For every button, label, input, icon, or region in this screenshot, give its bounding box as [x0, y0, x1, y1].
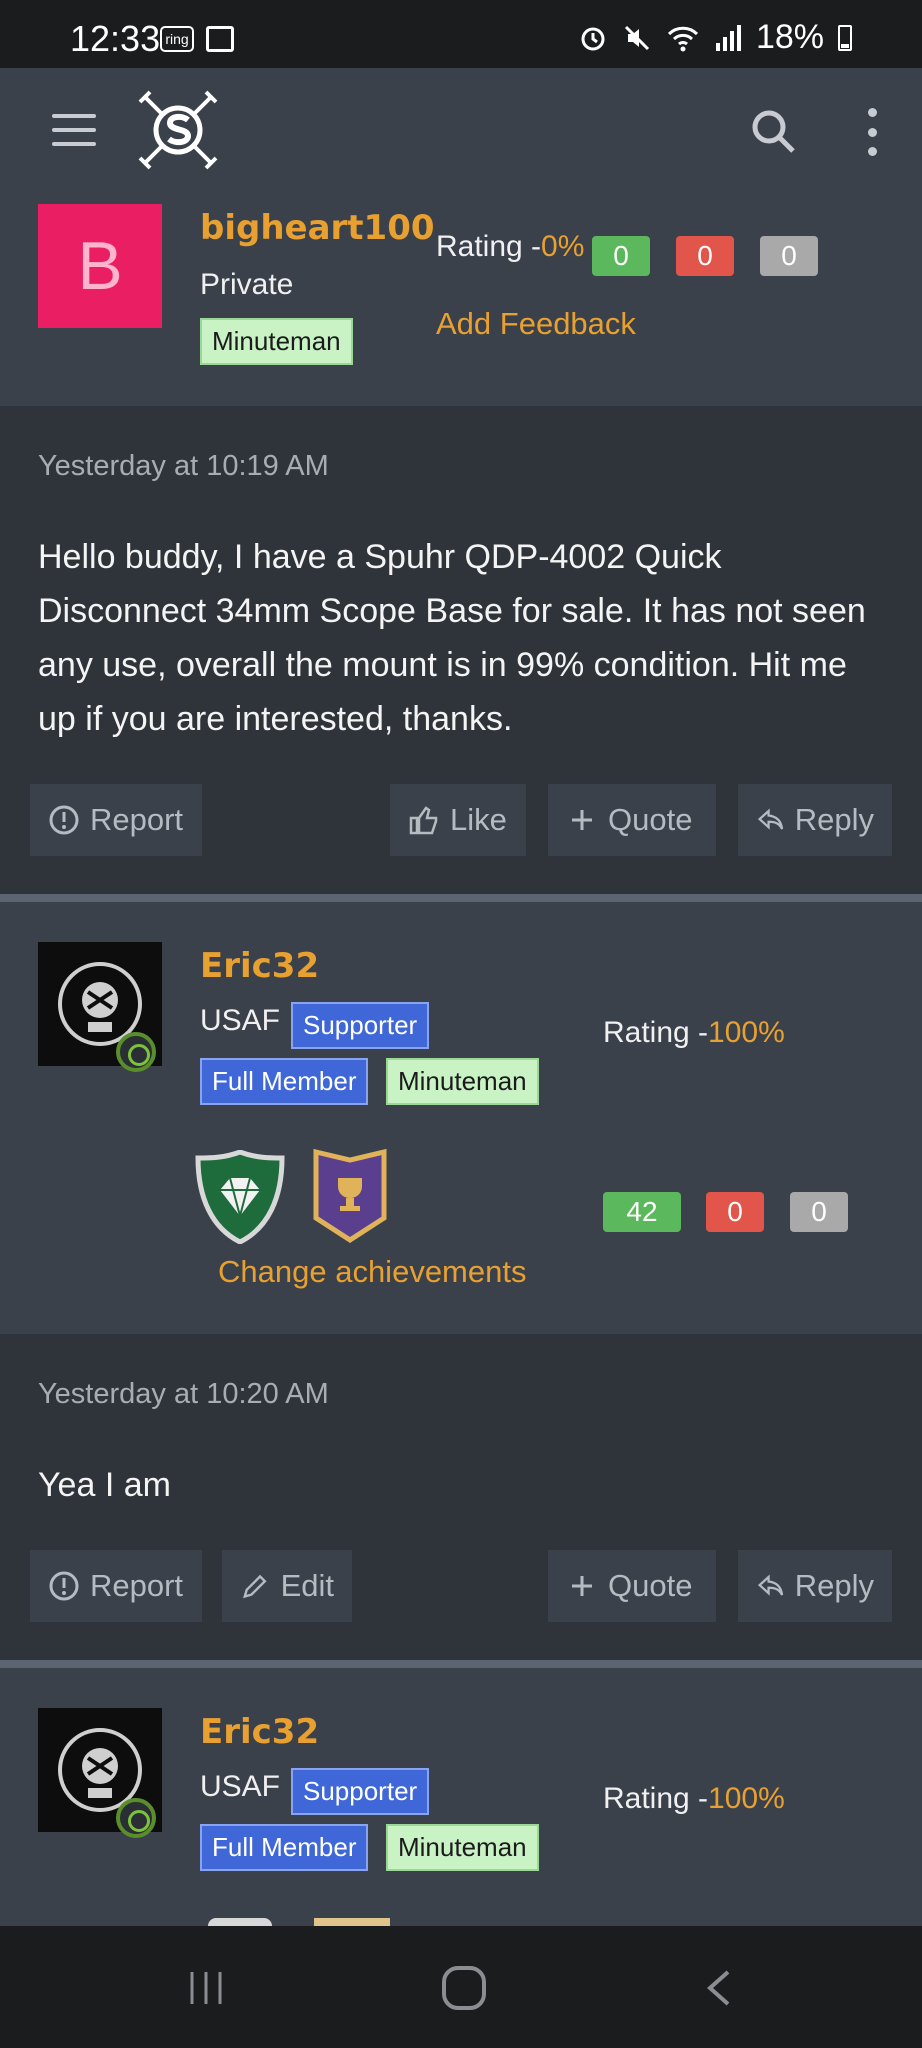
reply-icon [757, 1574, 784, 1596]
rating: Rating -100% [603, 1016, 785, 1050]
neutral-count: 0 [790, 1192, 848, 1232]
user-rank: USAF [200, 1004, 281, 1037]
reply-label: Reply [794, 802, 874, 837]
quote-button[interactable]: Quote [548, 784, 716, 856]
app-bar [0, 68, 922, 200]
neutral-count: 0 [760, 236, 818, 276]
home-icon[interactable] [440, 1964, 488, 2012]
badge-full-member: Full Member [200, 1824, 369, 1871]
hamburger-icon[interactable] [52, 114, 96, 146]
post2-user-panel: Eric32 USAF Supporter Full Member Minute… [0, 902, 922, 1334]
online-status-icon [116, 1798, 156, 1838]
edit-label: Edit [280, 1568, 334, 1603]
add-feedback-link[interactable]: Add Feedback [436, 306, 636, 342]
report-icon [49, 805, 79, 835]
post-timestamp[interactable]: Yesterday at 10:19 AM [38, 450, 329, 483]
rating: Rating -0% [436, 230, 584, 264]
status-icons: 18% [578, 18, 852, 57]
like-label: Like [450, 802, 507, 837]
battery-icon [838, 24, 852, 51]
achievement-icon-partial [208, 1918, 272, 1926]
alarm-icon [581, 27, 605, 50]
post-divider [0, 1660, 922, 1668]
diamond-achievement-icon[interactable] [194, 1150, 286, 1244]
rating-label: Rating - [603, 1016, 709, 1049]
ring-app-icon: ring [160, 26, 194, 52]
reply-button[interactable]: Reply [738, 1550, 892, 1622]
reply-label: Reply [794, 1568, 874, 1603]
achievement-icon-partial [314, 1918, 390, 1926]
username[interactable]: Eric32 [200, 946, 319, 986]
negative-count: 0 [676, 236, 734, 276]
wifi-icon [667, 26, 698, 51]
user-rank: Private [200, 268, 294, 301]
site-logo[interactable] [136, 88, 220, 172]
like-button[interactable]: Like [390, 784, 526, 856]
badge-minuteman: Minuteman [200, 318, 353, 365]
system-nav-bar [0, 1926, 922, 2048]
calendar-icon [206, 26, 234, 52]
post-message: Yea I am [38, 1466, 171, 1504]
signal-icon [715, 24, 741, 51]
badge-supporter: Supporter [291, 1002, 430, 1049]
status-bar: 12:33 ring 18% [0, 0, 922, 68]
more-vertical-icon[interactable] [862, 108, 882, 156]
badge-minuteman: Minuteman [386, 1824, 539, 1871]
quote-button[interactable]: Quote [548, 1550, 716, 1622]
report-icon [49, 1571, 79, 1601]
post1-user-panel: B bigheart100 Private Minuteman Rating -… [0, 200, 922, 406]
post-timestamp[interactable]: Yesterday at 10:20 AM [38, 1378, 329, 1411]
reply-button[interactable]: Reply [738, 784, 892, 856]
reply-icon [757, 808, 784, 830]
rating-label: Rating - [436, 230, 542, 263]
change-achievements-link[interactable]: Change achievements [218, 1254, 526, 1290]
badge-full-member: Full Member [200, 1058, 369, 1105]
report-button[interactable]: Report [30, 1550, 202, 1622]
username[interactable]: bigheart100 [200, 208, 435, 248]
battery-percent: 18% [755, 18, 824, 56]
badge-minuteman: Minuteman [386, 1058, 539, 1105]
positive-count: 42 [603, 1192, 681, 1232]
rating-label: Rating - [603, 1782, 709, 1815]
status-time: 12:33 [70, 18, 161, 59]
positive-count: 0 [592, 236, 650, 276]
avatar[interactable]: B [38, 204, 162, 328]
pencil-icon [243, 1574, 267, 1599]
user-rank: USAF [200, 1770, 281, 1803]
negative-count: 0 [706, 1192, 764, 1232]
post1-body: Yesterday at 10:19 AM Hello buddy, I hav… [0, 406, 922, 894]
report-label: Report [90, 802, 184, 837]
rating-percent: 100% [708, 1016, 785, 1049]
online-status-icon [116, 1032, 156, 1072]
badge-supporter: Supporter [291, 1768, 430, 1815]
rating-percent: 100% [708, 1782, 785, 1815]
plus-icon [572, 810, 592, 830]
mute-icon [624, 25, 649, 50]
quote-label: Quote [608, 1568, 693, 1603]
recent-apps-icon[interactable] [186, 1968, 226, 2008]
thumbs-up-icon [409, 806, 438, 835]
trophy-achievement-icon[interactable] [312, 1148, 388, 1244]
report-button[interactable]: Report [30, 784, 202, 856]
search-icon[interactable] [746, 104, 802, 160]
rating-percent: 0% [541, 230, 585, 263]
post-message: Hello buddy, I have a Spuhr QDP-4002 Qui… [38, 538, 866, 738]
back-icon[interactable] [700, 1968, 740, 2008]
plus-icon [572, 1576, 592, 1596]
report-label: Report [90, 1568, 184, 1603]
quote-label: Quote [608, 802, 693, 837]
edit-button[interactable]: Edit [222, 1550, 352, 1622]
rating: Rating -100% [603, 1782, 785, 1816]
post3-user-panel: Eric32 USAF Supporter Full Member Minute… [0, 1668, 922, 1926]
username[interactable]: Eric32 [200, 1712, 319, 1752]
post-divider [0, 894, 922, 902]
post2-body: Yesterday at 10:20 AM Yea I am Report Ed… [0, 1334, 922, 1660]
